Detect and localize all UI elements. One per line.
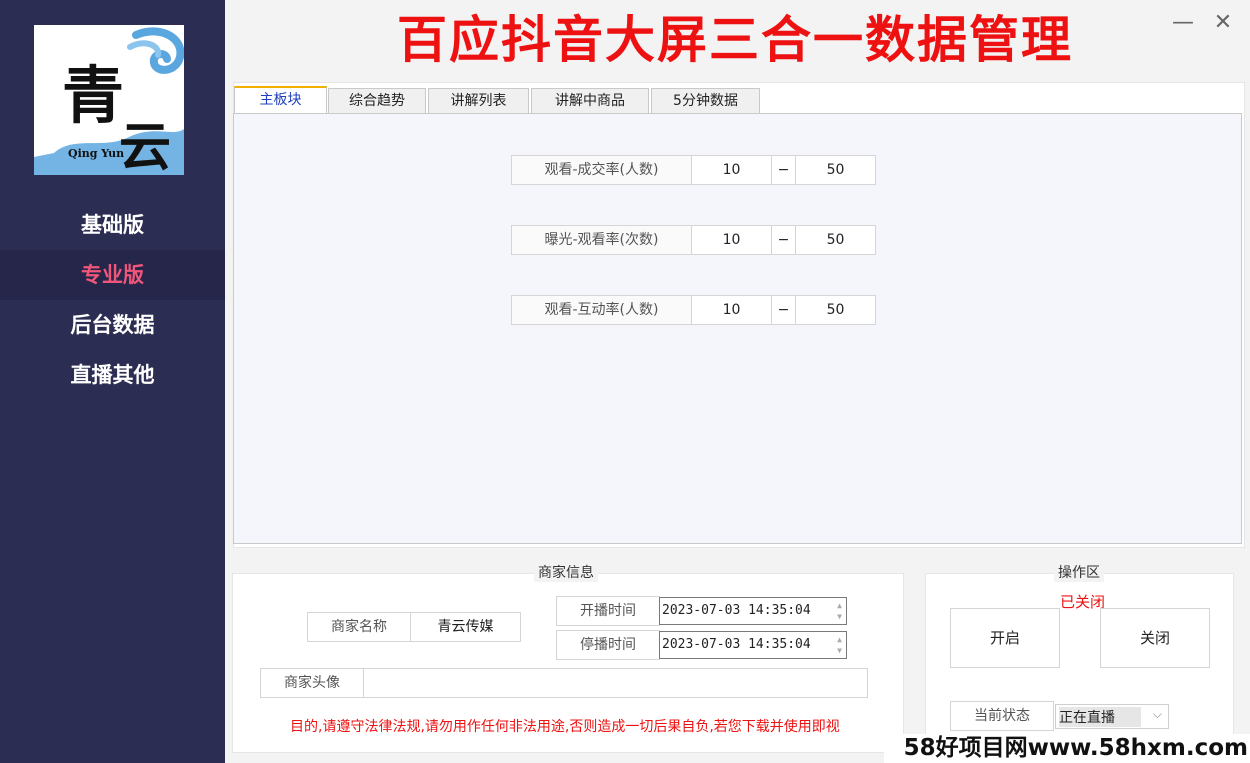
- range-min-input[interactable]: 10: [691, 225, 772, 255]
- current-state-label: 当前状态: [950, 701, 1054, 731]
- merchant-avatar-label: 商家头像: [260, 668, 364, 698]
- chevron-down-icon[interactable]: ⌵: [1153, 707, 1162, 722]
- current-state-value: 正在直播: [1059, 707, 1141, 727]
- svg-text:青: 青: [62, 59, 124, 132]
- range-separator: −: [771, 295, 796, 325]
- site-watermark: 58好项目网www.58hxm.com: [884, 734, 1250, 763]
- range-label: 观看-互动率(人数): [511, 295, 692, 325]
- spin-arrows-icon[interactable]: ▲ ▼: [837, 600, 842, 622]
- sidebar-item-backend-data[interactable]: 后台数据: [0, 300, 225, 350]
- sidebar: 青 云 Qing Yun 基础版 专业版 后台数据 直播其他: [0, 0, 225, 763]
- tab-trend[interactable]: 综合趋势: [328, 88, 426, 113]
- tab-main[interactable]: 主板块: [234, 86, 327, 113]
- legal-notice-marquee: 目的,请遵守法律法规,请勿用作任何非法用途,否则造成一切后果自负,若您下载并使用…: [290, 719, 840, 735]
- sidebar-item-basic[interactable]: 基础版: [0, 200, 225, 250]
- range-max-input[interactable]: 50: [795, 155, 876, 185]
- merchant-name-field[interactable]: 青云传媒: [410, 612, 521, 642]
- range-max-input[interactable]: 50: [795, 295, 876, 325]
- qingyun-logo-icon: 青 云 Qing Yun: [34, 25, 184, 175]
- operation-group-title: 操作区: [1054, 562, 1104, 582]
- close-icon[interactable]: ✕: [1210, 10, 1236, 36]
- minimize-icon[interactable]: —: [1170, 10, 1196, 36]
- start-time-label: 开播时间: [556, 596, 660, 626]
- start-time-value: 2023-07-03 14:35:04: [662, 603, 811, 618]
- range-separator: −: [771, 225, 796, 255]
- sidebar-item-live-other[interactable]: 直播其他: [0, 350, 225, 400]
- range-max-input[interactable]: 50: [795, 225, 876, 255]
- current-state-select[interactable]: 正在直播 ⌵: [1055, 704, 1169, 729]
- merchant-avatar-field[interactable]: [363, 668, 868, 698]
- merchant-group-title: 商家信息: [534, 562, 598, 582]
- range-min-input[interactable]: 10: [691, 155, 772, 185]
- start-time-picker[interactable]: 2023-07-03 14:35:04 ▲ ▼: [659, 597, 847, 625]
- range-label: 观看-成交率(人数): [511, 155, 692, 185]
- stop-button[interactable]: 关闭: [1100, 608, 1210, 668]
- range-label: 曝光-观看率(次数): [511, 225, 692, 255]
- stop-time-picker[interactable]: 2023-07-03 14:35:04 ▲ ▼: [659, 631, 847, 659]
- range-separator: −: [771, 155, 796, 185]
- stop-time-value: 2023-07-03 14:35:04: [662, 637, 811, 652]
- tab-explain-list[interactable]: 讲解列表: [428, 88, 529, 113]
- sidebar-item-pro[interactable]: 专业版: [0, 250, 225, 300]
- tab-5min-data[interactable]: 5分钟数据: [651, 88, 760, 113]
- start-button[interactable]: 开启: [950, 608, 1060, 668]
- svg-text:云: 云: [119, 117, 171, 175]
- spin-arrows-icon[interactable]: ▲ ▼: [837, 634, 842, 656]
- svg-text:Qing Yun: Qing Yun: [68, 147, 124, 160]
- merchant-name-label: 商家名称: [307, 612, 411, 642]
- stop-time-label: 停播时间: [556, 630, 660, 660]
- app-title: 百应抖音大屏三合一数据管理: [397, 11, 1073, 69]
- status-badge: 已关闭: [1060, 593, 1106, 611]
- tab-explaining-product[interactable]: 讲解中商品: [531, 88, 649, 113]
- range-min-input[interactable]: 10: [691, 295, 772, 325]
